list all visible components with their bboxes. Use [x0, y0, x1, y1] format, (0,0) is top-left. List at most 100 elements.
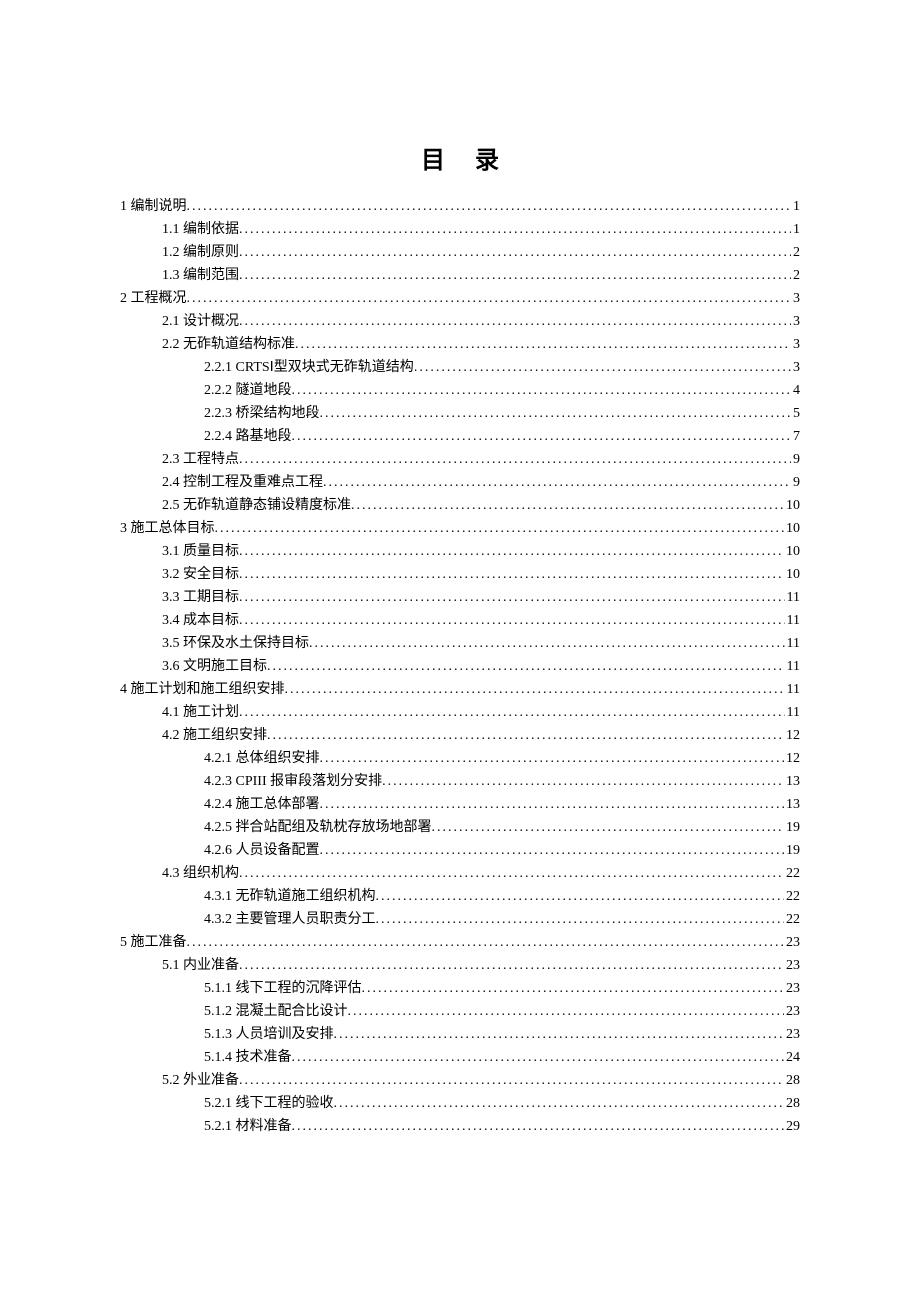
toc-dots — [348, 1000, 785, 1023]
toc-entry-label: 4.2 施工组织安排 — [162, 724, 267, 747]
toc-entry-page: 22 — [784, 908, 800, 931]
toc-container: 1 编制说明11.1 编制依据11.2 编制原则21.3 编制范围22 工程概况… — [120, 195, 800, 1138]
toc-dots — [320, 747, 785, 770]
toc-entry-label: 5.2.1 材料准备 — [204, 1115, 292, 1138]
toc-entry: 3.3 工期目标 11 — [120, 586, 800, 609]
toc-dots — [239, 862, 784, 885]
toc-entry-page: 13 — [784, 770, 800, 793]
toc-entry: 3.5 环保及水土保持目标 11 — [120, 632, 800, 655]
toc-entry: 5.2.1 材料准备 29 — [120, 1115, 800, 1138]
toc-entry-label: 1 编制说明 — [120, 195, 187, 218]
toc-entry: 2.1 设计概况 3 — [120, 310, 800, 333]
toc-entry-page: 11 — [785, 678, 800, 701]
toc-dots — [320, 839, 785, 862]
toc-entry: 5.1.1 线下工程的沉降评估 23 — [120, 977, 800, 1000]
toc-entry-label: 3.1 质量目标 — [162, 540, 239, 563]
toc-entry-page: 11 — [785, 586, 800, 609]
toc-entry-page: 12 — [784, 724, 800, 747]
toc-entry-page: 7 — [791, 425, 800, 448]
toc-entry-page: 11 — [785, 655, 800, 678]
toc-dots — [376, 885, 785, 908]
toc-entry-page: 11 — [785, 632, 800, 655]
toc-entry-page: 9 — [791, 471, 800, 494]
toc-entry-page: 22 — [784, 862, 800, 885]
toc-dots — [239, 1069, 784, 1092]
toc-entry-page: 28 — [784, 1069, 800, 1092]
toc-entry-label: 3.5 环保及水土保持目标 — [162, 632, 309, 655]
toc-dots — [239, 540, 784, 563]
toc-entry-label: 4.1 施工计划 — [162, 701, 239, 724]
toc-entry-label: 5.2.1 线下工程的验收 — [204, 1092, 334, 1115]
toc-dots — [292, 1115, 785, 1138]
toc-entry: 4.2.6 人员设备配置 19 — [120, 839, 800, 862]
toc-dots — [267, 724, 784, 747]
toc-entry-page: 10 — [784, 494, 800, 517]
toc-dots — [292, 425, 792, 448]
toc-entry: 4.3 组织机构22 — [120, 862, 800, 885]
toc-entry: 4.1 施工计划11 — [120, 701, 800, 724]
toc-entry-page: 13 — [784, 793, 800, 816]
toc-dots — [239, 448, 791, 471]
toc-entry-label: 4.2.1 总体组织安排 — [204, 747, 320, 770]
toc-dots — [187, 931, 785, 954]
toc-entry-label: 1.2 编制原则 — [162, 241, 239, 264]
toc-entry-page: 11 — [785, 609, 800, 632]
toc-dots — [309, 632, 785, 655]
toc-entry: 2.3 工程特点9 — [120, 448, 800, 471]
toc-entry-page: 3 — [791, 310, 800, 333]
toc-entry: 4.2 施工组织安排 12 — [120, 724, 800, 747]
toc-entry-label: 2.2.1 CRTSⅠ型双块式无砟轨道结构 — [204, 356, 414, 379]
toc-dots — [285, 678, 785, 701]
toc-dots — [239, 954, 784, 977]
toc-entry: 1.3 编制范围2 — [120, 264, 800, 287]
toc-entry-label: 3.3 工期目标 — [162, 586, 239, 609]
toc-entry: 5.1 内业准备23 — [120, 954, 800, 977]
toc-entry-label: 4 施工计划和施工组织安排 — [120, 678, 285, 701]
toc-entry: 3.2 安全目标 10 — [120, 563, 800, 586]
toc-title: 目录 — [120, 140, 800, 175]
toc-entry-label: 5.1.1 线下工程的沉降评估 — [204, 977, 362, 1000]
toc-entry-label: 1.1 编制依据 — [162, 218, 239, 241]
toc-entry-label: 3.4 成本目标 — [162, 609, 239, 632]
toc-entry-page: 19 — [784, 839, 800, 862]
toc-dots — [334, 1092, 785, 1115]
toc-dots — [187, 195, 792, 218]
toc-dots — [414, 356, 791, 379]
toc-entry-label: 2.1 设计概况 — [162, 310, 239, 333]
toc-entry-label: 3 施工总体目标 — [120, 517, 215, 540]
toc-entry: 2.2.3 桥梁结构地段5 — [120, 402, 800, 425]
toc-dots — [362, 977, 785, 1000]
toc-entry: 2.5 无砟轨道静态铺设精度标准10 — [120, 494, 800, 517]
toc-entry-page: 3 — [791, 333, 800, 356]
toc-entry: 2.2.2 隧道地段4 — [120, 379, 800, 402]
toc-entry-label: 2.2.3 桥梁结构地段 — [204, 402, 320, 425]
toc-dots — [267, 655, 785, 678]
toc-entry-label: 5.1 内业准备 — [162, 954, 239, 977]
toc-entry: 1.1 编制依据1 — [120, 218, 800, 241]
toc-dots — [376, 908, 785, 931]
toc-entry-label: 2.2 无砟轨道结构标准 — [162, 333, 295, 356]
toc-entry-label: 4.2.6 人员设备配置 — [204, 839, 320, 862]
toc-dots — [323, 471, 791, 494]
toc-dots — [239, 310, 791, 333]
toc-dots — [239, 218, 791, 241]
toc-dots — [351, 494, 784, 517]
toc-entry: 4.3.2 主要管理人员职责分工22 — [120, 908, 800, 931]
toc-entry-page: 2 — [791, 264, 800, 287]
toc-entry: 5.1.3 人员培训及安排23 — [120, 1023, 800, 1046]
toc-dots — [320, 793, 785, 816]
toc-entry-page: 19 — [784, 816, 800, 839]
toc-entry: 5.2 外业准备28 — [120, 1069, 800, 1092]
toc-entry: 3.1 质量目标10 — [120, 540, 800, 563]
toc-entry-label: 5.1.4 技术准备 — [204, 1046, 292, 1069]
toc-entry-page: 29 — [784, 1115, 800, 1138]
toc-entry-page: 23 — [784, 931, 800, 954]
toc-entry: 5 施工准备23 — [120, 931, 800, 954]
toc-entry-page: 23 — [784, 977, 800, 1000]
toc-entry: 4 施工计划和施工组织安排 11 — [120, 678, 800, 701]
toc-entry-label: 3.2 安全目标 — [162, 563, 239, 586]
toc-entry-page: 28 — [784, 1092, 800, 1115]
toc-entry-label: 2.2.4 路基地段 — [204, 425, 292, 448]
toc-entry: 4.2.3 CPIII 报审段落划分安排13 — [120, 770, 800, 793]
toc-entry-page: 10 — [784, 563, 800, 586]
